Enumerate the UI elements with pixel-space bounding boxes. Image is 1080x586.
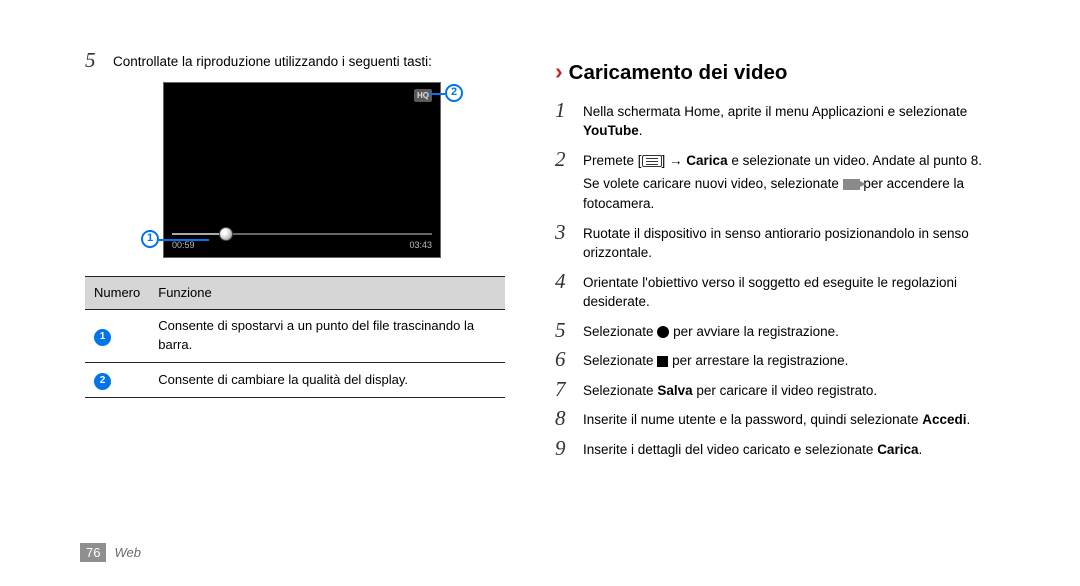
- seek-bar: [172, 233, 432, 235]
- row-badge: 2: [94, 373, 111, 390]
- step-5: 5 Selezionate per avviare la registrazio…: [555, 320, 1020, 342]
- section-name: Web: [114, 545, 141, 560]
- step-8: 8 Inserite il nume utente e la password,…: [555, 408, 1020, 430]
- callout-badge-2: 2: [445, 84, 463, 102]
- table-row: 2 Consente di cambiare la qualità del di…: [85, 363, 505, 398]
- step-9: 9 Inserite i dettagli del video caricato…: [555, 438, 1020, 460]
- callout-line-2: [429, 93, 445, 95]
- step-2: 2 Premete [] → Carica e selezionate un v…: [555, 149, 1020, 214]
- function-table: Numero Funzione 1 Consente di spostarvi …: [85, 276, 505, 398]
- time-total: 03:43: [409, 239, 432, 252]
- page-footer: 76 Web: [80, 543, 141, 562]
- table-header-func: Funzione: [149, 276, 505, 310]
- seek-thumb: [219, 227, 233, 241]
- step-text: Controllate la riproduzione utilizzando …: [113, 50, 505, 72]
- record-icon: [657, 326, 669, 338]
- table-header-num: Numero: [85, 276, 149, 310]
- menu-key-icon: [642, 155, 662, 167]
- step-7: 7 Selezionate Salva per caricare il vide…: [555, 379, 1020, 401]
- chevron-right-icon: ›: [555, 60, 563, 83]
- step-5-left: 5 Controllate la riproduzione utilizzand…: [85, 50, 505, 72]
- step-number: 5: [85, 50, 103, 72]
- page-number: 76: [80, 543, 106, 562]
- row-badge: 1: [94, 329, 111, 346]
- left-column: 5 Controllate la riproduzione utilizzand…: [85, 50, 505, 546]
- step-1: 1 Nella schermata Home, aprite il menu A…: [555, 100, 1020, 141]
- step-4: 4 Orientate l'obiettivo verso il soggett…: [555, 271, 1020, 312]
- right-column: › Caricamento dei video 1 Nella schermat…: [555, 50, 1020, 546]
- video-screen: HQ 00:59 03:43: [163, 82, 441, 258]
- camera-icon: [843, 179, 860, 190]
- step-6: 6 Selezionate per arrestare la registraz…: [555, 349, 1020, 371]
- subsection-heading: › Caricamento dei video: [555, 58, 1020, 88]
- stop-icon: [657, 356, 668, 367]
- heading-text: Caricamento dei video: [569, 58, 788, 88]
- step-3: 3 Ruotate il dispositivo in senso antior…: [555, 222, 1020, 263]
- table-row: 1 Consente di spostarvi a un punto del f…: [85, 310, 505, 363]
- video-player-illustration: HQ 00:59 03:43 1 2: [149, 82, 441, 258]
- row-desc: Consente di spostarvi a un punto del fil…: [149, 310, 505, 363]
- row-desc: Consente di cambiare la qualità del disp…: [149, 363, 505, 398]
- callout-badge-1: 1: [141, 230, 159, 248]
- hq-badge: HQ: [414, 89, 432, 103]
- callout-line-1: [159, 239, 209, 241]
